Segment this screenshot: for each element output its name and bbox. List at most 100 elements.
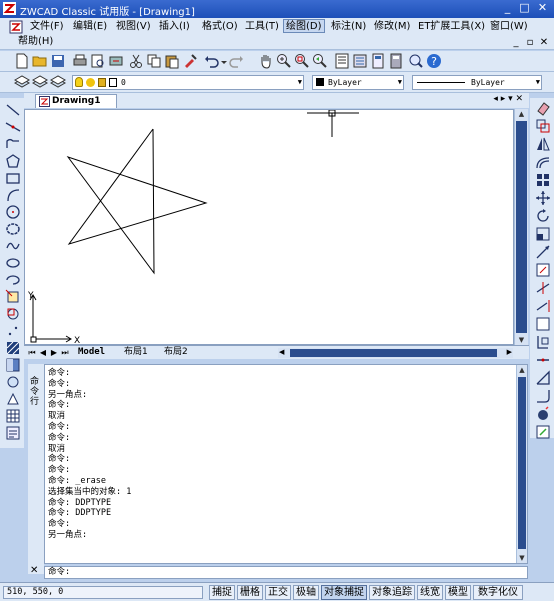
scroll-up-icon[interactable]: ▲ xyxy=(517,365,527,375)
tab-layout1[interactable]: 布局1 xyxy=(124,346,148,359)
rotate-icon[interactable] xyxy=(535,208,551,224)
hatch-icon[interactable] xyxy=(5,340,21,356)
scroll-left-icon[interactable]: ◀ xyxy=(279,348,284,356)
menu-et-tools[interactable]: ET扩展工具(X) xyxy=(416,20,487,34)
scroll-thumb[interactable] xyxy=(518,377,526,549)
point-icon[interactable] xyxy=(5,323,21,339)
polyline-icon[interactable] xyxy=(5,136,21,152)
polygon-icon[interactable] xyxy=(5,153,21,169)
maximize-button[interactable]: □ xyxy=(517,1,532,16)
extend-icon[interactable] xyxy=(535,298,551,314)
tab-drawing1[interactable]: Drawing1 xyxy=(35,94,117,108)
zoom-previous-icon[interactable] xyxy=(312,53,328,69)
calculator-icon[interactable] xyxy=(388,53,404,69)
stretch-icon[interactable] xyxy=(535,244,551,260)
new-file-icon[interactable] xyxy=(14,53,30,69)
insert-block-icon[interactable] xyxy=(5,289,21,305)
design-center-icon[interactable] xyxy=(352,53,368,69)
polar-toggle[interactable]: 极轴 xyxy=(293,585,319,600)
scroll-up-icon[interactable]: ▲ xyxy=(515,109,528,119)
edit-object-icon[interactable] xyxy=(535,424,551,440)
undo-dropdown-icon[interactable] xyxy=(216,54,227,70)
gradient-icon[interactable] xyxy=(5,357,21,373)
join-icon[interactable] xyxy=(535,352,551,368)
doc-minimize-button[interactable]: _ xyxy=(511,37,521,48)
command-input[interactable]: 命令: xyxy=(44,566,528,579)
menu-dimension[interactable]: 标注(N) xyxy=(329,20,368,34)
make-block-icon[interactable] xyxy=(5,306,21,322)
scroll-thumb[interactable] xyxy=(290,349,497,357)
cut-icon[interactable] xyxy=(128,53,144,69)
next-layout-button[interactable]: ▶ xyxy=(49,347,59,358)
ellipse-arc-icon[interactable] xyxy=(5,272,21,288)
menu-view[interactable]: 视图(V) xyxy=(114,20,153,34)
color-dropdown[interactable]: ByLayer ▼ xyxy=(312,75,404,90)
command-history[interactable]: 命令: 命令: 另一角点: 命令: 取消 命令: 命令: 取消 命令: 命令: … xyxy=(44,364,528,564)
properties-icon[interactable] xyxy=(334,53,350,69)
minimize-button[interactable]: _ xyxy=(500,1,515,16)
paste-icon[interactable] xyxy=(164,53,180,69)
trim-icon[interactable] xyxy=(535,280,551,296)
publish-icon[interactable] xyxy=(108,53,124,69)
erase-icon[interactable] xyxy=(535,100,551,116)
scroll-down-icon[interactable]: ▼ xyxy=(517,553,527,563)
array-icon[interactable] xyxy=(535,172,551,188)
spline-icon[interactable] xyxy=(5,238,21,254)
command-scrollbar[interactable]: ▲ ▼ xyxy=(516,365,527,563)
close-button[interactable]: ✕ xyxy=(535,1,550,16)
multiline-text-icon[interactable] xyxy=(5,425,21,441)
scroll-right-icon[interactable]: ▶ xyxy=(507,348,512,356)
quick-view-icon[interactable] xyxy=(408,53,424,69)
ortho-toggle[interactable]: 正交 xyxy=(265,585,291,600)
pan-hand-icon[interactable] xyxy=(258,53,274,69)
revision-cloud-icon[interactable] xyxy=(5,221,21,237)
linetype-dropdown[interactable]: ByLayer ▼ xyxy=(412,75,542,90)
lineweight-toggle[interactable]: 线宽 xyxy=(417,585,443,600)
command-close-button[interactable]: ✕ xyxy=(30,565,38,576)
star-shape[interactable] xyxy=(66,128,208,275)
wipeout-icon[interactable] xyxy=(5,391,21,407)
construction-line-icon[interactable] xyxy=(5,119,21,135)
menu-window[interactable]: 窗口(W) xyxy=(488,20,530,34)
tab-model[interactable]: Model xyxy=(78,346,105,359)
menu-file[interactable]: 文件(F) xyxy=(28,20,66,34)
layer-dropdown[interactable]: 0 ▼ xyxy=(72,75,304,90)
doc-restore-button[interactable]: ▫ xyxy=(525,37,535,48)
menu-modify[interactable]: 修改(M) xyxy=(372,20,412,34)
copy-icon[interactable] xyxy=(146,53,162,69)
menu-draw[interactable]: 绘图(D) xyxy=(283,19,325,33)
chamfer-icon[interactable] xyxy=(535,370,551,386)
menu-help[interactable]: 帮助(H) xyxy=(16,35,55,49)
first-layout-button[interactable]: ⏮ xyxy=(27,347,37,358)
circle-icon[interactable] xyxy=(5,204,21,220)
scroll-down-icon[interactable]: ▼ xyxy=(515,335,528,345)
layer-manager-icon[interactable] xyxy=(13,74,31,90)
explode-icon[interactable] xyxy=(535,406,551,422)
copy-object-icon[interactable] xyxy=(535,118,551,134)
zoom-realtime-icon[interactable] xyxy=(276,53,292,69)
tab-layout2[interactable]: 布局2 xyxy=(164,346,188,359)
scale-icon[interactable] xyxy=(535,226,551,242)
digitizer-toggle[interactable]: 数字化仪 xyxy=(473,585,523,600)
previous-layout-button[interactable]: ◀ xyxy=(38,347,48,358)
print-preview-icon[interactable] xyxy=(90,53,106,69)
rectangle-icon[interactable] xyxy=(5,170,21,186)
ellipse-icon[interactable] xyxy=(5,255,21,271)
grid-toggle[interactable]: 栅格 xyxy=(237,585,263,600)
lengthen-icon[interactable] xyxy=(535,262,551,278)
table-icon[interactable] xyxy=(5,408,21,424)
model-paper-toggle[interactable]: 模型 xyxy=(445,585,471,600)
mirror-icon[interactable] xyxy=(535,136,551,152)
layer-previous-icon[interactable] xyxy=(49,74,67,90)
tab-navigation[interactable]: ◂ ▸ ▾ ✕ xyxy=(493,94,523,104)
menu-insert[interactable]: 插入(I) xyxy=(157,20,192,34)
arc-icon[interactable] xyxy=(5,187,21,203)
save-icon[interactable] xyxy=(50,53,66,69)
redo-icon[interactable] xyxy=(228,53,244,69)
scroll-thumb[interactable] xyxy=(516,121,527,333)
print-icon[interactable] xyxy=(72,53,88,69)
object-snap-toggle[interactable]: 对象捕捉 xyxy=(321,585,367,600)
break-icon[interactable] xyxy=(535,316,551,332)
tool-palettes-icon[interactable] xyxy=(370,53,386,69)
offset-icon[interactable] xyxy=(535,154,551,170)
